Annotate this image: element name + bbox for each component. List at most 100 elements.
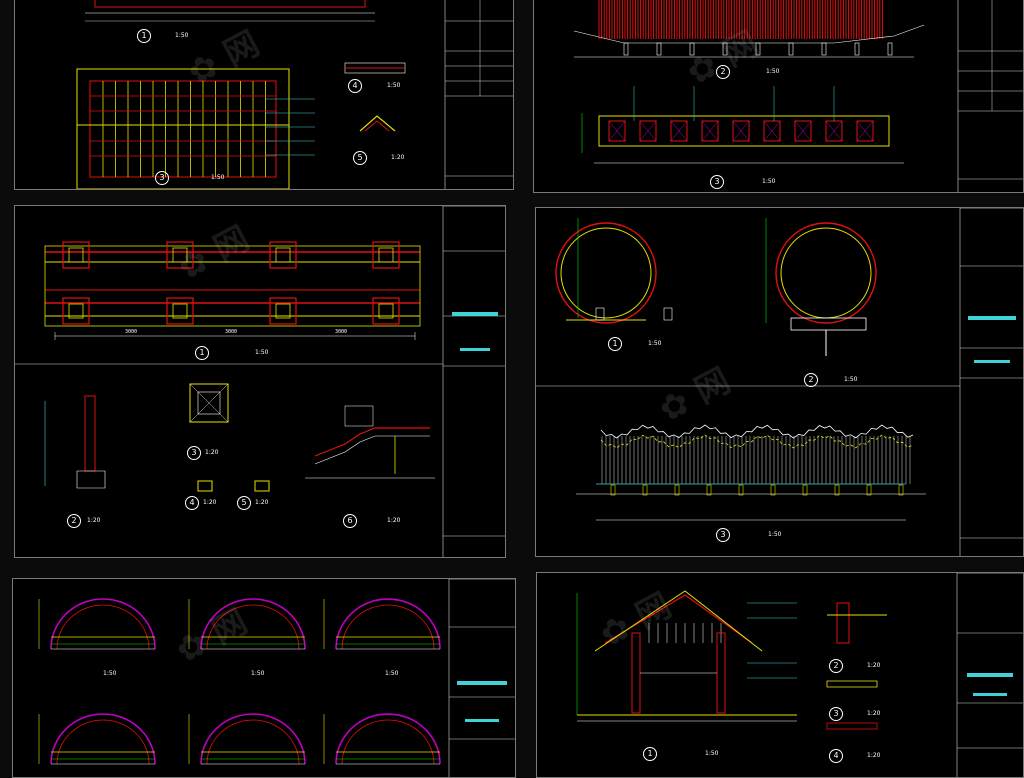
detail-scale: 1:50 [768, 531, 782, 538]
detail-badge: 3 [187, 446, 201, 460]
arch-inner [341, 604, 435, 650]
detail-badge: 4 [348, 79, 362, 93]
detail-badge: 1 [137, 29, 151, 43]
detail-badge: 1 [195, 346, 209, 360]
post [378, 247, 394, 263]
arch-sections [38, 598, 441, 765]
detail-badge: 4 [185, 496, 199, 510]
section-scale: 1:50 [385, 670, 399, 677]
detail-badge: 2 [67, 514, 81, 528]
detail-badge: 5 [353, 151, 367, 165]
plan-slats [90, 81, 276, 177]
detail-scale: 1:20 [205, 449, 219, 456]
pier [706, 484, 712, 496]
detail-scale: 1:50 [762, 178, 776, 185]
detail-scale: 1:50 [175, 32, 189, 39]
detail-badge: 1 [643, 747, 657, 761]
detail-badge: 3 [710, 175, 724, 189]
roof-rafters [648, 623, 722, 643]
dimension-text: 3000 [125, 329, 138, 335]
arch-inner [56, 604, 150, 650]
footing [62, 297, 90, 325]
screen-slats [601, 436, 911, 484]
dimension-text: 3000 [335, 329, 348, 335]
detail-badge: 5 [237, 496, 251, 510]
arch-inner [56, 719, 150, 765]
detail-scale: 1:20 [387, 517, 401, 524]
sheet-d-linework [536, 208, 1023, 556]
detail-scale: 1:20 [867, 710, 881, 717]
pier [722, 42, 728, 56]
post [172, 247, 188, 263]
pier [656, 42, 662, 56]
arch-inner [341, 719, 435, 765]
detail-scale: 1:20 [867, 662, 881, 669]
pier [802, 484, 808, 496]
pier [770, 484, 776, 496]
drawing-sheet-f[interactable]: 1 1:50 2 1:20 3 1:20 4 1:20 ✿ 网 [536, 572, 1024, 778]
arch-outer [200, 713, 306, 765]
detail-scale: 1:50 [844, 376, 858, 383]
detail-scale: 1:20 [87, 517, 101, 524]
detail-scale: 1:20 [391, 154, 405, 161]
detail-badge: 2 [804, 373, 818, 387]
detail-scale: 1:20 [203, 499, 217, 506]
section-scale: 1:50 [251, 670, 265, 677]
pier [755, 42, 761, 56]
detail-badge: 3 [716, 528, 730, 542]
pier [738, 484, 744, 496]
arch-inner [206, 719, 300, 765]
pier [674, 484, 680, 496]
detail-scale: 1:50 [705, 750, 719, 757]
arch-outer [50, 598, 156, 650]
arch-outer [50, 713, 156, 765]
footing [269, 297, 297, 325]
detail-scale: 1:50 [648, 340, 662, 347]
pier [642, 484, 648, 496]
drawing-sheet-d[interactable]: 1 1:50 2 1:50 3 1:50 ✿ 网 [535, 207, 1024, 557]
detail-badge: 3 [155, 171, 169, 185]
detail-scale: 1:20 [867, 752, 881, 759]
detail-badge: 4 [829, 749, 843, 763]
arch-outer [200, 598, 306, 650]
sheet-a-linework [76, 0, 513, 189]
footing [372, 297, 400, 325]
detail-badge: 1 [608, 337, 622, 351]
section-scale: 1:50 [103, 670, 117, 677]
detail-scale: 1:50 [387, 82, 401, 89]
arch-outer [335, 598, 441, 650]
detail-badge: 2 [716, 65, 730, 79]
dimension-text: 3000 [225, 329, 238, 335]
arch-inner [206, 604, 300, 650]
detail-badge: 6 [343, 514, 357, 528]
pier [821, 42, 827, 56]
detail-scale: 1:50 [766, 68, 780, 75]
red-fence-elevation [598, 0, 883, 39]
pier [898, 484, 904, 496]
pier [689, 42, 695, 56]
drawing-sheet-c[interactable]: 3000 3000 3000 1 1:50 2 1:20 3 1:20 4 1:… [14, 205, 506, 558]
detail-badge: 3 [829, 707, 843, 721]
pier [887, 42, 893, 56]
plan-boxes [608, 120, 874, 142]
drawing-sheet-b[interactable]: 2 1:50 3 1:50 ✿ 网 [533, 0, 1024, 193]
post [275, 247, 291, 263]
sheet-f-linework [576, 573, 1023, 777]
pier [854, 42, 860, 56]
pier-marks [623, 42, 893, 56]
detail-scale: 1:50 [211, 174, 225, 181]
detail-scale: 1:50 [255, 349, 269, 356]
pier-marks [610, 484, 904, 496]
detail-badge: 2 [829, 659, 843, 673]
pier [866, 484, 872, 496]
drawing-sheet-a[interactable]: 1 1:50 3 1:50 4 1:50 5 1:20 ✿ 网 [14, 0, 514, 190]
post-footings [62, 241, 400, 325]
post [68, 247, 84, 263]
pier [610, 484, 616, 496]
pier [834, 484, 840, 496]
arch-outer [335, 713, 441, 765]
footing [166, 297, 194, 325]
sheet-e-linework [38, 579, 515, 777]
drawing-sheet-e[interactable]: 1:50 1:50 1:50 ✿ 网 [12, 578, 516, 778]
detail-scale: 1:20 [255, 499, 269, 506]
